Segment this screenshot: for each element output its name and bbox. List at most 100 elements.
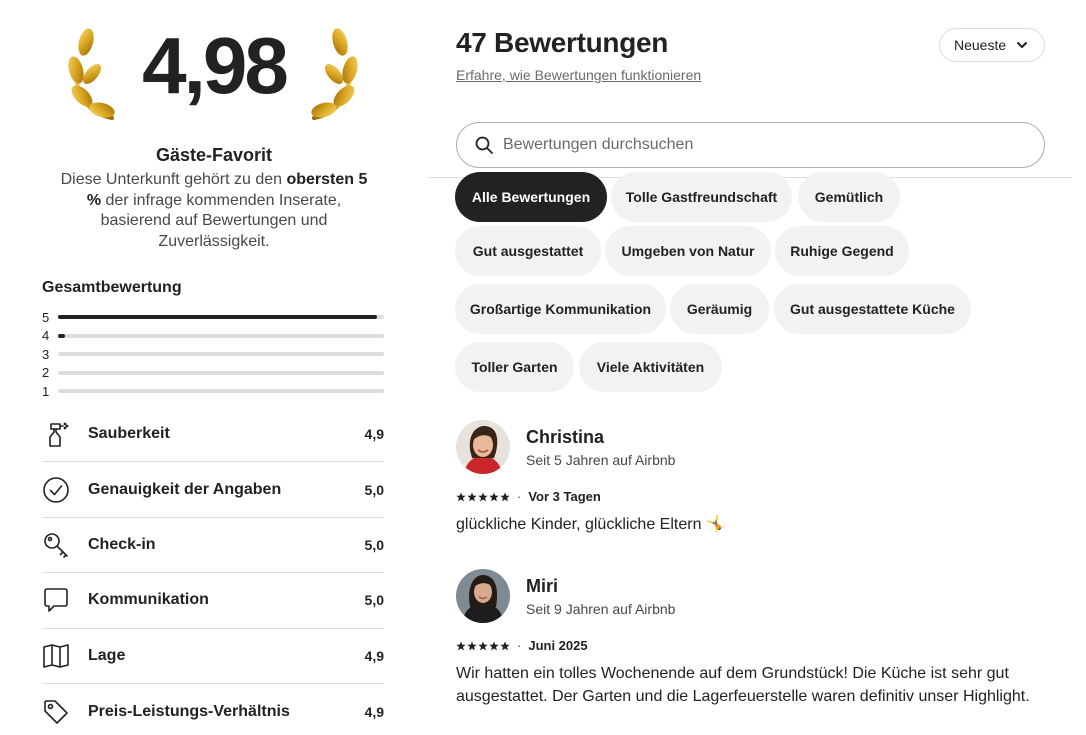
distribution-star-label: 4 [42,328,50,344]
overall-rating-title: Gesamtbewertung [42,279,182,296]
filter-chip[interactable]: Gemütlich [798,172,900,222]
star-rating [456,641,510,651]
distribution-bar-track [58,389,384,394]
star-icon [467,641,477,650]
star-icon [489,641,499,650]
sort-label: Neueste [954,37,1007,53]
category-value: 5,0 [364,536,384,553]
category-label: Check-in [88,535,156,553]
category-label: Sauberkeit [88,425,170,443]
filter-chip[interactable]: Tolle Gastfreundschaft [611,172,792,222]
separator-dot: · [517,638,522,653]
review-date: Vor 3 Tagen [528,489,601,504]
distribution-bar-track [58,370,384,375]
distribution-star-label: 2 [42,365,50,381]
spray-bottle-icon [42,419,88,449]
category-label: Lage [88,646,126,664]
filter-chip[interactable]: Toller Garten [455,342,574,392]
star-icon [478,641,488,650]
review-date: Juni 2025 [528,638,588,653]
review-filter-chips: Alle Bewertungen Tolle Gastfreundschaft Ge… [455,167,1055,395]
rating-distribution: 5 4 3 2 1 [42,308,384,401]
star-icon [489,492,499,501]
distribution-row: 5 [42,308,384,327]
reviewer-member-since: Seit 5 Jahren auf Airbnb [526,452,676,468]
category-label: Kommunikation [88,591,209,609]
category-row: Check-in 5,0 [42,518,384,574]
check-circle-icon [42,475,88,505]
star-icon [456,641,466,650]
avatar[interactable] [456,420,510,474]
rating-summary-panel: 4,98 Gäste-Favorit Diese Unterkunft gehö… [0,0,428,735]
star-icon [500,492,510,501]
sort-dropdown[interactable]: Neueste [939,28,1045,62]
filter-chip[interactable]: Alle Bewertungen [455,172,607,222]
price-tag-icon [42,697,88,727]
category-label: Preis-Leistungs-Verhältnis [88,702,290,720]
distribution-row: 3 [42,345,384,364]
review-search-input[interactable] [503,136,1003,154]
category-label: Genauigkeit der Angaben [88,480,282,498]
category-row: Lage 4,9 [42,629,384,684]
review-search-box[interactable] [456,122,1045,168]
reviewer-name[interactable]: Christina [526,427,604,448]
review-meta: · Juni 2025 [456,638,588,653]
category-row: Genauigkeit der Angaben 5,0 [42,462,384,518]
how-reviews-work-link[interactable]: Erfahre, wie Bewertungen funktionieren [456,67,701,83]
guest-favorite-description: Diese Unterkunft gehört zu den obersten … [56,170,372,252]
category-value: 4,9 [364,703,384,720]
guest-favorite-hero: 4,98 [0,18,428,128]
category-value: 5,0 [364,481,384,498]
category-row: Preis-Leistungs-Verhältnis 4,9 [42,684,384,735]
search-icon [475,136,493,154]
desc-part2: der infrage kommenden Inserate, basieren… [100,191,342,250]
guest-favorite-title: Gäste-Favorit [155,145,273,165]
star-icon [456,492,466,501]
category-row: Kommunikation 5,0 [42,573,384,629]
category-value: 5,0 [364,592,384,609]
category-value: 4,9 [364,426,384,443]
filter-chip[interactable]: Umgeben von Natur [605,226,771,276]
filter-chip[interactable]: Großartige Kommunikation [455,284,666,334]
distribution-star-label: 1 [42,383,50,399]
distribution-bar-track [58,315,384,320]
key-icon [42,530,88,560]
distribution-bar-track [58,352,384,357]
reviews-count-title: 47 Bewertungen [456,27,669,58]
desc-part1: Diese Unterkunft gehört zu den [60,171,287,188]
filter-chip[interactable]: Ruhige Gegend [775,226,909,276]
chat-bubble-icon [42,585,88,615]
separator-dot: · [517,489,522,504]
filter-chip[interactable]: Geräumig [670,284,769,334]
distribution-bar-track [58,333,384,338]
star-icon [500,641,510,650]
review-text: Wir hatten ein tolles Wochenende auf dem… [456,665,1030,705]
filter-chip[interactable]: Viele Aktivitäten [579,342,722,392]
reviews-panel: 47 Bewertungen Erfahre, wie Bewertungen … [428,0,1086,735]
category-ratings: Sauberkeit 4,9 Genauigkeit der Angaben 5,0 C… [42,407,384,735]
distribution-row: 4 [42,327,384,346]
star-icon [478,492,488,501]
star-icon [467,492,477,501]
category-row: Sauberkeit 4,9 [42,407,384,463]
reviewer-member-since: Seit 9 Jahren auf Airbnb [526,601,676,617]
distribution-row: 2 [42,364,384,383]
reviewer-name[interactable]: Miri [526,576,558,597]
avatar[interactable] [456,569,510,623]
laurel-right-icon [311,28,358,120]
chevron-down-icon [1017,42,1028,48]
category-value: 4,9 [364,647,384,664]
distribution-bar-fill [58,333,65,338]
star-rating [456,492,510,502]
filter-chip[interactable]: Gut ausgestattete Küche [774,284,971,334]
review-item: Christina Seit 5 Jahren auf Airbnb · Vor… [456,420,1056,540]
distribution-star-label: 3 [42,346,50,362]
filter-chip[interactable]: Gut ausgestattet [455,226,601,276]
distribution-star-label: 5 [42,309,50,325]
distribution-row: 1 [42,382,384,401]
review-text: glückliche Kinder, glückliche Eltern 🤸 [456,516,726,533]
review-item: Miri Seit 9 Jahren auf Airbnb · Juni 202… [456,569,1056,735]
distribution-bar-fill [58,315,378,320]
map-icon [42,641,88,671]
review-meta: · Vor 3 Tagen [456,489,601,504]
